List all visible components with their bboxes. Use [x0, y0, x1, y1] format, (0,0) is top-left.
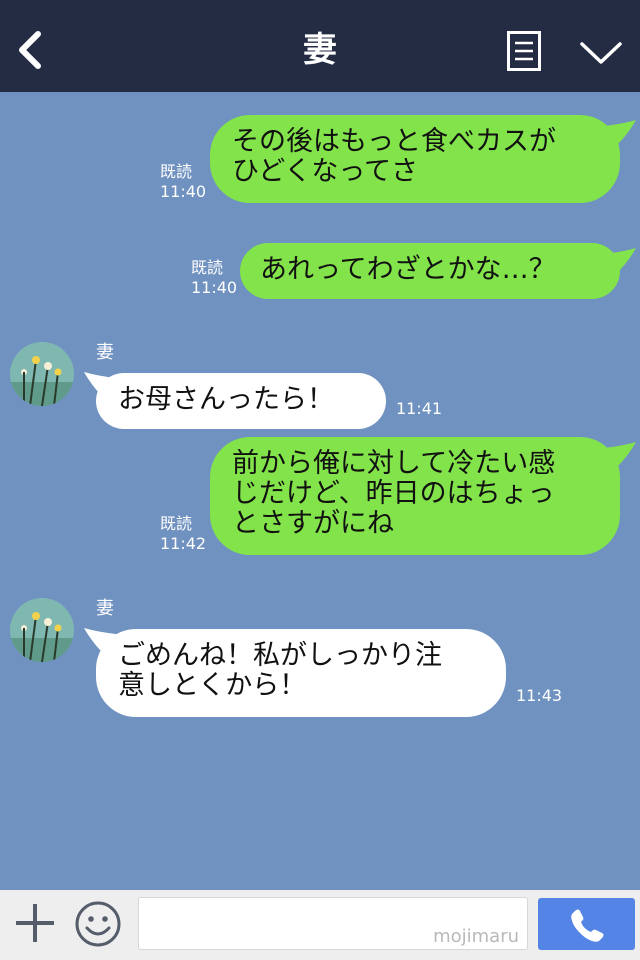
message-line: その後はもっと食べカスが: [232, 126, 556, 157]
read-label: 既読: [160, 162, 193, 181]
smiley-icon: [75, 901, 121, 947]
back-button[interactable]: [12, 28, 52, 72]
message-line: ひどくなってさ: [232, 156, 419, 187]
sender-name: 妻: [96, 342, 114, 363]
watermark: mojimaru: [433, 926, 519, 947]
message-bubble[interactable]: その後はもっと食べカスが ひどくなってさ: [210, 115, 620, 203]
message-time: 11:42: [160, 534, 207, 553]
bubble-tail: [604, 248, 636, 272]
message-bubble[interactable]: お母さんったら！: [96, 373, 386, 429]
message-line: 前から俺に対して冷たい感: [232, 448, 556, 479]
message-line: じだけど、昨日のはちょっ: [232, 478, 555, 509]
read-receipt: 既読 11:40: [160, 162, 206, 202]
message-input[interactable]: mojimaru: [138, 897, 528, 950]
read-label: 既読: [160, 514, 193, 533]
chevron-down-icon: [580, 42, 622, 64]
plus-icon: [16, 904, 54, 942]
add-button[interactable]: [14, 902, 56, 944]
message-line: お母さんったら！: [118, 384, 334, 415]
chat-area[interactable]: 既読 11:40 その後はもっと食べカスが ひどくなってさ 既読 11:40 あ…: [0, 92, 640, 890]
message-time: 11:40: [160, 182, 207, 201]
chat-title: 妻: [303, 30, 337, 70]
flower-avatar-image: [10, 342, 74, 406]
sender-name: 妻: [96, 598, 114, 619]
message-line: ごめんね！私がしっかり注: [118, 640, 442, 671]
message-bubble[interactable]: ごめんね！私がしっかり注 意しとくから！: [96, 629, 506, 717]
message-time: 11:40: [191, 278, 238, 297]
flower-avatar-image: [10, 598, 74, 662]
chevron-left-icon: [19, 31, 41, 69]
notes-icon: [507, 31, 541, 71]
chat-header: 妻: [0, 0, 640, 92]
message-time: 11:41: [396, 399, 443, 418]
message-line: とさすがにね: [232, 508, 394, 539]
message-time: 11:43: [516, 686, 563, 705]
message-bubble[interactable]: あれってわざとかな…？: [240, 243, 620, 299]
phone-icon: [571, 909, 604, 942]
notes-button[interactable]: [507, 31, 541, 71]
read-receipt: 既読 11:40: [191, 258, 237, 298]
expand-menu-button[interactable]: [578, 38, 624, 68]
call-button[interactable]: [538, 898, 635, 950]
sticker-button[interactable]: [74, 900, 122, 948]
message-line: あれってわざとかな…？: [260, 254, 556, 285]
message-bubble[interactable]: 前から俺に対して冷たい感 じだけど、昨日のはちょっ とさすがにね: [210, 437, 620, 555]
read-receipt: 既読 11:42: [160, 514, 206, 554]
message-line: 意しとくから！: [118, 670, 307, 701]
read-label: 既読: [191, 258, 224, 277]
avatar[interactable]: [10, 598, 74, 662]
bubble-tail: [604, 120, 636, 144]
avatar[interactable]: [10, 342, 74, 406]
bubble-tail: [604, 442, 636, 466]
